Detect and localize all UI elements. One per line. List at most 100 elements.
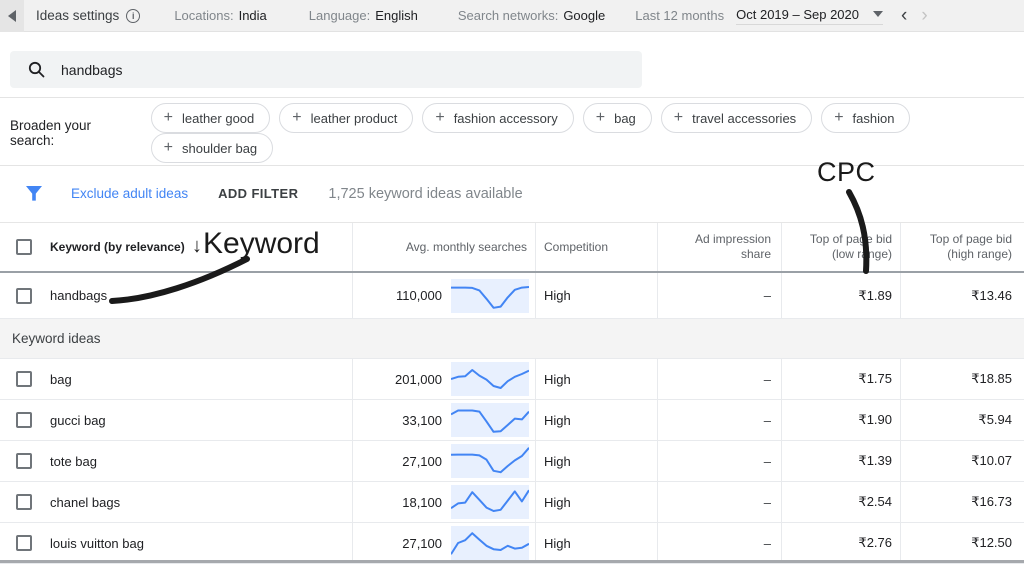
searches-cell: 201,000 (352, 359, 535, 399)
bid-high-cell: ₹13.46 (900, 273, 1024, 318)
ideas-settings-button[interactable]: Ideas settings (36, 8, 119, 23)
chip-label: fashion (853, 111, 895, 126)
row-checkbox-cell (0, 359, 45, 399)
competition-cell: High (535, 523, 657, 563)
trend-sparkline (451, 362, 529, 396)
top-of-page-bid-low-header[interactable]: Top of page bid(low range) (781, 223, 900, 271)
table-header-row: Keyword (by relevance) Avg. monthly sear… (0, 223, 1024, 273)
bid-high-cell: ₹5.94 (900, 400, 1024, 440)
bid-low-value: ₹1.89 (858, 288, 892, 304)
broaden-chip[interactable]: +fashion (821, 103, 910, 133)
top-of-page-bid-high-header[interactable]: Top of page bid(high range) (900, 223, 1024, 271)
back-button[interactable] (0, 0, 24, 32)
locations-setting[interactable]: Locations: India (174, 8, 266, 23)
keyword-text: chanel bags (50, 495, 120, 510)
searches-header[interactable]: Avg. monthly searches (352, 223, 535, 271)
row-checkbox-cell (0, 441, 45, 481)
row-checkbox[interactable] (16, 371, 32, 387)
competition-value: High (544, 454, 571, 469)
date-range-selector[interactable]: Oct 2019 – Sep 2020 (736, 7, 883, 25)
prev-period-button[interactable]: ‹ (899, 6, 909, 25)
bid-high-value: ₹18.85 (971, 371, 1012, 387)
ad-share-cell: – (657, 482, 781, 522)
row-checkbox-cell (0, 523, 45, 563)
ad-impression-share-header[interactable]: Ad impressionshare (657, 223, 781, 271)
row-checkbox-cell (0, 400, 45, 440)
idea-rows-host: bag 201,000 High – ₹1.75 ₹18.85 (0, 359, 1024, 564)
keyword-text: handbags (50, 288, 107, 303)
trend-sparkline (451, 444, 529, 478)
broaden-chip[interactable]: +leather good (151, 103, 271, 133)
featured-row-host: handbags 110,000 High – ₹1.89 ₹13.46 (0, 273, 1024, 319)
bid-high-cell: ₹12.50 (900, 523, 1024, 563)
row-checkbox[interactable] (16, 535, 32, 551)
broaden-chip[interactable]: +leather product (279, 103, 413, 133)
competition-cell: High (535, 482, 657, 522)
keyword-cell: chanel bags (45, 482, 352, 522)
search-icon (28, 61, 45, 78)
language-setting[interactable]: Language: English (309, 8, 418, 23)
bid-high-cell: ₹10.07 (900, 441, 1024, 481)
table-row: bag 201,000 High – ₹1.75 ₹18.85 (0, 359, 1024, 400)
row-checkbox[interactable] (16, 288, 32, 304)
broaden-chip[interactable]: +shoulder bag (151, 133, 274, 163)
bid-high-value: ₹10.07 (971, 453, 1012, 469)
broaden-chip[interactable]: +fashion accessory (422, 103, 573, 133)
table-row: tote bag 27,100 High – ₹1.39 ₹10.07 (0, 441, 1024, 482)
bid-low-cell: ₹1.89 (781, 273, 900, 318)
ad-share-cell: – (657, 273, 781, 318)
networks-value: Google (563, 8, 605, 23)
plus-icon: + (164, 109, 173, 127)
searches-cell: 18,100 (352, 482, 535, 522)
bid-low-cell: ₹1.75 (781, 359, 900, 399)
plus-icon: + (674, 109, 683, 127)
competition-value: High (544, 413, 571, 428)
broaden-chips: +leather good +leather product +fashion ac… (151, 103, 1020, 163)
bid-low-value: ₹1.90 (858, 412, 892, 428)
bid-high-value: ₹13.46 (971, 288, 1012, 304)
chevron-down-icon (873, 11, 883, 17)
cpc-annotation: CPC (817, 157, 876, 188)
broaden-chip[interactable]: +travel accessories (661, 103, 812, 133)
plus-icon: + (164, 139, 173, 157)
table-row: louis vuitton bag 27,100 High – ₹2.76 ₹1… (0, 523, 1024, 564)
topbar: Ideas settings i Locations: India Langua… (0, 0, 1024, 32)
row-checkbox[interactable] (16, 494, 32, 510)
row-checkbox[interactable] (16, 453, 32, 469)
searches-value: 201,000 (395, 372, 442, 387)
bid-low-value: ₹2.76 (858, 535, 892, 551)
select-all-checkbox[interactable] (16, 239, 32, 255)
keyword-text: bag (50, 372, 72, 387)
select-all-cell (0, 223, 45, 271)
back-icon (8, 10, 16, 22)
searches-value: 33,100 (402, 413, 442, 428)
filter-funnel-icon[interactable] (25, 186, 43, 201)
networks-setting[interactable]: Search networks: Google (458, 8, 605, 23)
table-bottom-divider (0, 560, 1024, 563)
competition-cell: High (535, 359, 657, 399)
competition-value: High (544, 536, 571, 551)
bid-high-cell: ₹16.73 (900, 482, 1024, 522)
chip-label: bag (614, 111, 636, 126)
info-icon[interactable]: i (126, 9, 140, 23)
keyword-cell: tote bag (45, 441, 352, 481)
date-range-value: Oct 2019 – Sep 2020 (736, 7, 859, 22)
keyword-text: gucci bag (50, 413, 106, 428)
add-filter-button[interactable]: ADD FILTER (218, 186, 298, 201)
plus-icon: + (435, 109, 444, 127)
ad-share-value: – (764, 413, 771, 428)
keyword-planner-page: Ideas settings i Locations: India Langua… (0, 0, 1024, 565)
keyword-search-input[interactable]: handbags (10, 51, 642, 88)
networks-label: Search networks: (458, 8, 558, 23)
trend-sparkline (451, 526, 529, 560)
next-period-button[interactable]: › (919, 6, 929, 25)
exclude-adult-ideas-link[interactable]: Exclude adult ideas (71, 186, 188, 201)
broaden-chip[interactable]: +bag (583, 103, 652, 133)
bid-low-cell: ₹1.39 (781, 441, 900, 481)
competition-header[interactable]: Competition (535, 223, 657, 271)
competition-value: High (544, 495, 571, 510)
table-row: chanel bags 18,100 High – ₹2.54 ₹16.73 (0, 482, 1024, 523)
row-checkbox[interactable] (16, 412, 32, 428)
bid-high-value: ₹5.94 (978, 412, 1012, 428)
searches-cell: 27,100 (352, 523, 535, 563)
